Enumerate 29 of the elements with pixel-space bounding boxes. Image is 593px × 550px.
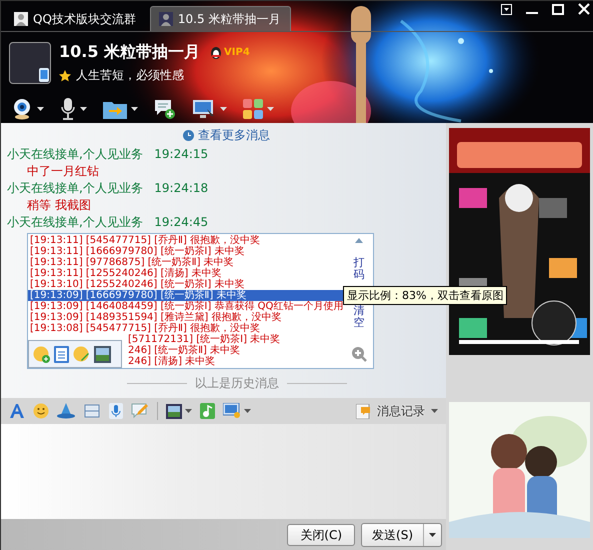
log-line: 246] [统一奶茶Ⅱ] 未中奖: [127, 345, 242, 356]
contact-name: 10.5 米粒带抽一月: [59, 42, 200, 63]
side-label: 打码: [354, 257, 364, 282]
log-line: 246] [清扬] 未中奖: [127, 356, 216, 367]
log-line: [19:13:11] [97786875] [统一奶茶Ⅱ] 未中奖: [29, 257, 235, 268]
log-line: [19:13:11] [1255240246] [清扬] 未中奖: [29, 268, 222, 279]
message-header: 小天在线接单,个人见业务 19:24:18: [7, 180, 210, 197]
message-text: 稍等 我截图: [26, 197, 92, 214]
log-line: [19:13:11] [545477715] [乔丹Ⅱ] 很抱歉，没中奖: [29, 235, 262, 246]
tooltip: 显示比例：83%，双击查看原图: [343, 286, 508, 305]
history-divider: 以上是历史消息: [195, 375, 279, 392]
signature: 人生苦短，必须性感: [76, 67, 184, 84]
chat-tab[interactable]: 10.5 米粒带抽一月: [150, 6, 292, 31]
message-text: 中了一月红钻: [26, 163, 100, 180]
message-header: 小天在线接单,个人见业务 19:24:15: [7, 146, 210, 163]
close-button[interactable]: 关闭(C): [287, 524, 356, 546]
side-label: 清空: [354, 305, 364, 330]
vip-label: VIP4: [224, 47, 250, 58]
log-line: [19:13:08] [545477715] [乔丹Ⅱ] 很抱歉，没中奖: [29, 323, 260, 334]
message-history-button[interactable]: 消息记录: [356, 402, 438, 420]
log-line: [19:13:09] [1464084459] [统一奶茶Ⅰ] 恭喜获得 QQ红钻一个月使用: [29, 301, 344, 312]
log-line: [19:13:10] [1255240246] [统一奶茶Ⅰ] 未中奖: [29, 279, 246, 290]
message-header: 小天在线接单,个人见业务 19:24:45: [7, 214, 210, 231]
send-button[interactable]: 发送(S): [361, 523, 442, 547]
chat-tab[interactable]: QQ技术版块交流群: [5, 6, 147, 31]
log-line: [19:13:11] [1666979780] [统一奶茶Ⅰ] 未中奖: [29, 246, 246, 257]
log-line: [571172131] [统一奶茶Ⅰ] 未中奖: [127, 334, 282, 345]
more-messages-link[interactable]: 查看更多消息: [183, 127, 270, 144]
log-line: [19:13:09] [1489351594] [雅诗兰黛] 很抱歉，没中奖: [29, 312, 282, 323]
